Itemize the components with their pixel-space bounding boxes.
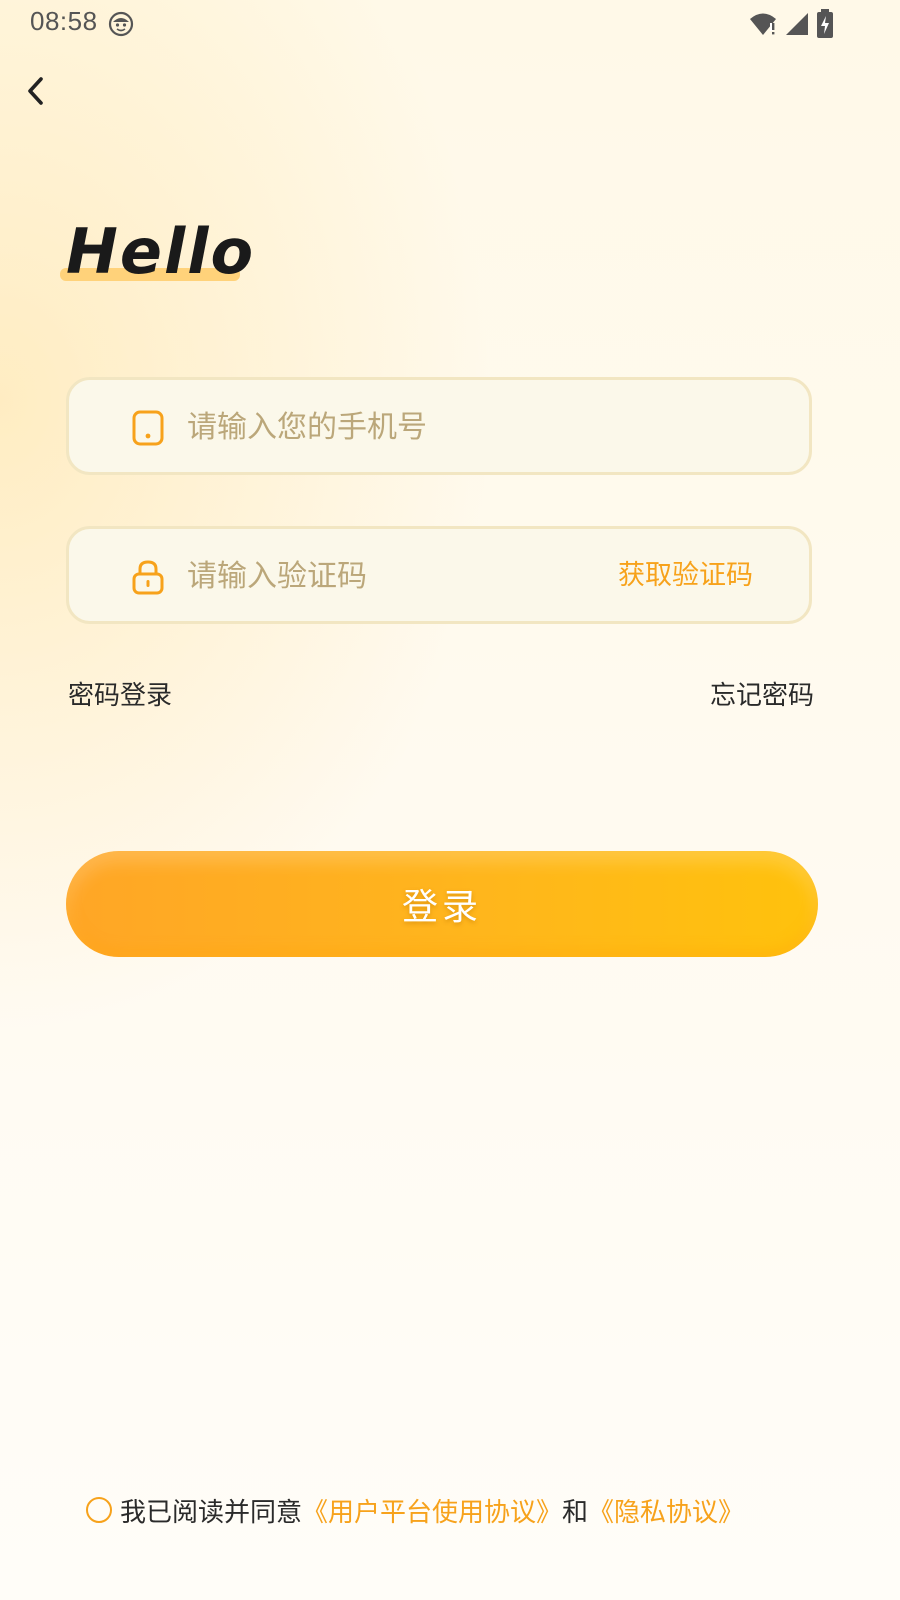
agree-checkbox[interactable]	[86, 1497, 112, 1523]
chevron-left-icon	[28, 77, 43, 105]
login-button-label: 登录	[401, 887, 482, 928]
verification-code-input[interactable]	[187, 551, 607, 601]
status-icons	[748, 9, 834, 43]
verification-code-field[interactable]: 获取验证码	[66, 526, 812, 624]
status-time: 08:58	[30, 6, 98, 36]
agreement-conjunction: 和	[562, 1497, 589, 1528]
get-code-button[interactable]: 获取验证码	[618, 555, 753, 597]
forgot-password-link[interactable]: 忘记密码	[710, 678, 814, 714]
wifi-icon	[748, 11, 778, 41]
greeting-text: Hello	[66, 215, 256, 288]
user-agreement-link[interactable]: 《用户平台使用协议》	[302, 1492, 562, 1529]
face-notification-icon	[108, 11, 134, 41]
phone-field[interactable]	[66, 377, 812, 475]
lock-icon	[132, 560, 164, 595]
status-bar: 08:58	[0, 0, 900, 48]
password-login-link[interactable]: 密码登录	[68, 678, 172, 714]
battery-charging-icon	[816, 9, 834, 43]
greeting: Hello	[60, 214, 253, 290]
privacy-agreement-link[interactable]: 《隐私协议》	[588, 1492, 744, 1529]
back-button[interactable]	[18, 74, 52, 108]
phone-input[interactable]	[187, 402, 607, 452]
phone-icon	[132, 410, 164, 446]
login-button[interactable]: 登录	[66, 851, 818, 957]
agreement-prefix: 我已阅读并同意	[120, 1497, 303, 1528]
agreement-row: 我已阅读并同意 《用户平台使用协议》 和 《隐私协议》	[86, 1490, 744, 1530]
signal-icon	[784, 11, 810, 41]
